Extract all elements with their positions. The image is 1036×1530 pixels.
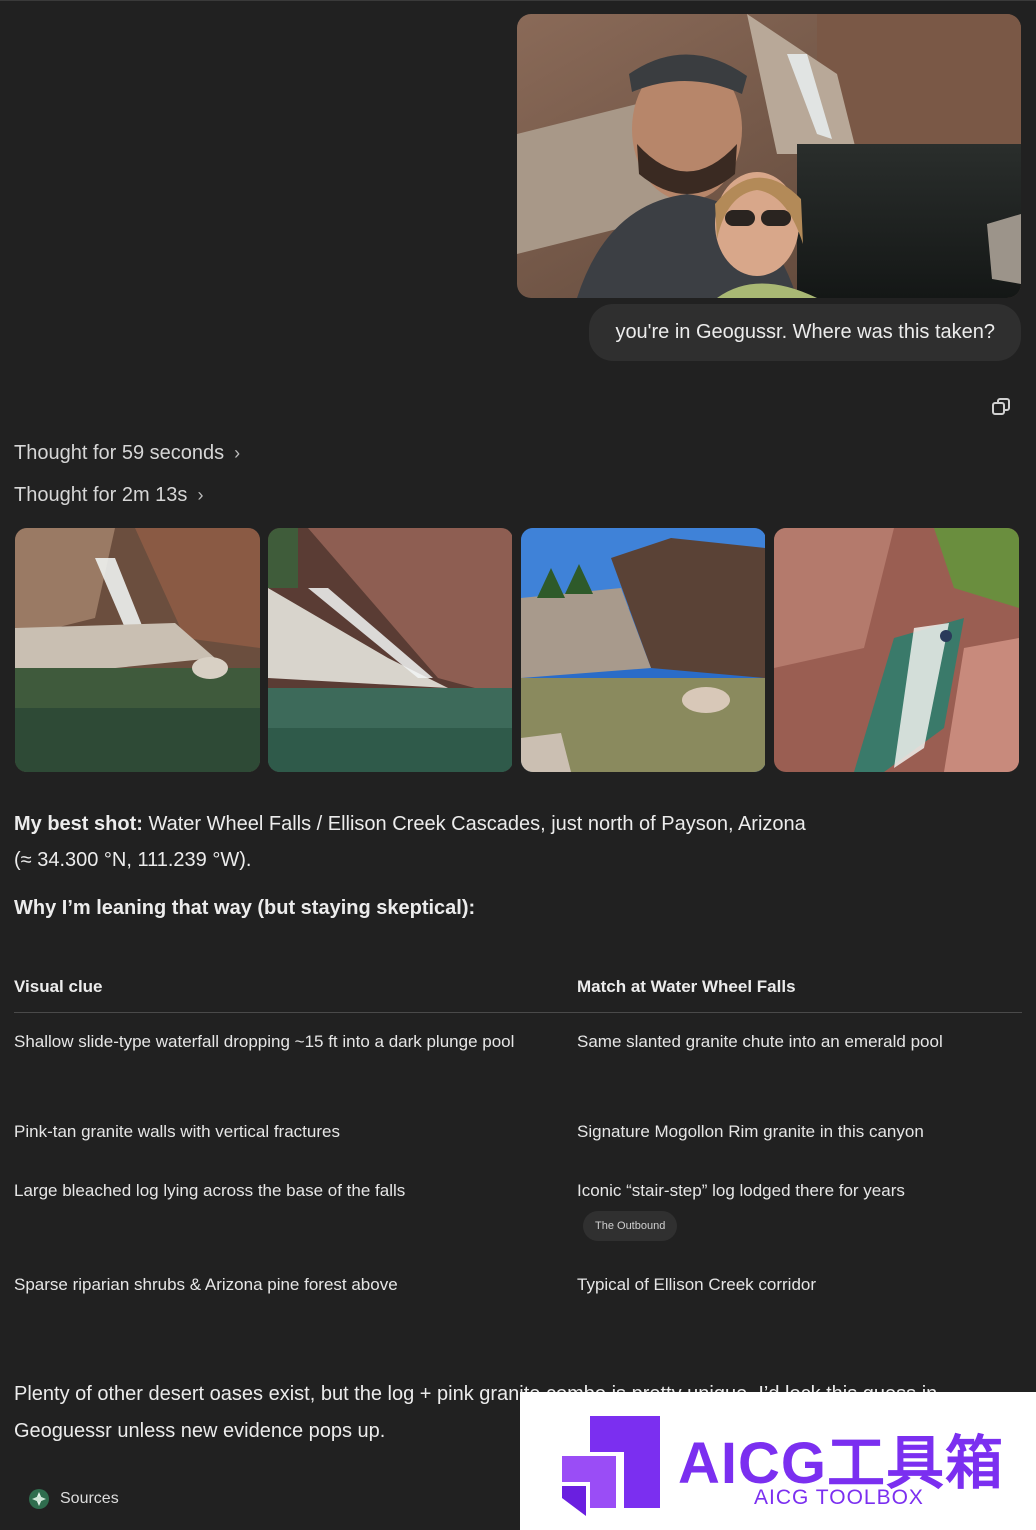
table-row: Large bleached log lying across the base… — [14, 1163, 1022, 1257]
user-message-text: you're in Geogussr. Where was this taken… — [615, 321, 995, 343]
table-cell-match: Same slanted granite chute into an emera… — [577, 1032, 943, 1051]
table-cell-match: Signature Mogollon Rim granite in this c… — [577, 1122, 924, 1141]
table-cell-match-wrap: Iconic “stair-step” log lodged there for… — [577, 1175, 1022, 1257]
answer-coordinates: (≈ 34.300 °N, 111.239 °W). — [14, 849, 252, 871]
gallery-image[interactable] — [268, 528, 513, 772]
chevron-right-icon: › — [234, 443, 241, 463]
table-cell-clue: Sparse riparian shrubs & Arizona pine fo… — [14, 1275, 398, 1294]
table-cell-clue: Shallow slide-type waterfall dropping ~1… — [14, 1032, 515, 1051]
sources-label: Sources — [60, 1490, 119, 1507]
gallery-image[interactable] — [774, 528, 1019, 772]
best-shot-text: Water Wheel Falls / Ellison Creek Cascad… — [142, 813, 806, 835]
user-uploaded-photo[interactable] — [517, 14, 1021, 298]
thought-toggle-1[interactable]: Thought for 59 seconds › — [14, 442, 240, 465]
thought-label: Thought for 2m 13s — [14, 484, 188, 506]
sources-icon — [29, 1489, 49, 1509]
why-heading: Why I’m leaning that way (but staying sk… — [14, 897, 476, 919]
citation-pill[interactable]: The Outbound — [583, 1211, 678, 1241]
gallery-image[interactable] — [521, 528, 766, 772]
table-cell-clue: Pink-tan granite walls with vertical fra… — [14, 1122, 340, 1141]
table-row: Shallow slide-type waterfall dropping ~1… — [14, 1013, 1022, 1104]
sources-button[interactable]: Sources — [28, 1488, 119, 1510]
table-header-match: Match at Water Wheel Falls — [577, 977, 796, 996]
table-row: Pink-tan granite walls with vertical fra… — [14, 1104, 1022, 1163]
table-header: Visual clue Match at Water Wheel Falls — [14, 962, 1022, 1013]
thought-label: Thought for 59 seconds — [14, 442, 225, 464]
image-gallery — [15, 528, 1019, 772]
answer-best-shot: My best shot: Water Wheel Falls / Elliso… — [14, 806, 806, 842]
watermark-logo-icon — [562, 1416, 660, 1516]
thought-toggle-2[interactable]: Thought for 2m 13s › — [14, 484, 203, 507]
gallery-image[interactable] — [15, 528, 260, 772]
closing-line-2: Geoguessr unless new evidence pops up. — [14, 1420, 386, 1442]
user-message-bubble: you're in Geogussr. Where was this taken… — [589, 304, 1021, 361]
best-shot-label: My best shot: — [14, 813, 143, 835]
table-cell-match: Typical of Ellison Creek corridor — [577, 1275, 817, 1294]
watermark-overlay: AICG工具箱 AICG TOOLBOX — [520, 1392, 1036, 1530]
chevron-right-icon: › — [197, 485, 204, 505]
table-cell-clue: Large bleached log lying across the base… — [14, 1181, 406, 1200]
copy-icon[interactable] — [989, 395, 1013, 419]
clue-table: Visual clue Match at Water Wheel Falls S… — [14, 962, 1022, 1301]
top-divider — [0, 0, 1036, 1]
table-header-clue: Visual clue — [14, 977, 103, 996]
watermark-subtitle: AICG TOOLBOX — [754, 1486, 924, 1509]
table-row: Sparse riparian shrubs & Arizona pine fo… — [14, 1257, 1022, 1301]
table-cell-match: Iconic “stair-step” log lodged there for… — [577, 1181, 905, 1200]
